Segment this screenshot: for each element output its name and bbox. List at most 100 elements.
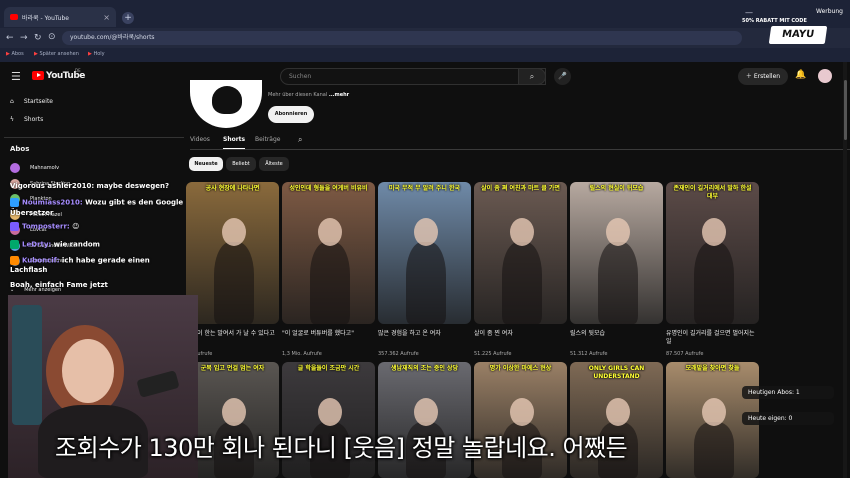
- bookmark-later[interactable]: ▶ Später ansehen: [34, 51, 79, 57]
- thumbnail-caption: 글 학을들이 조금만 시간: [297, 365, 360, 372]
- chat-badge-icon: [10, 240, 19, 249]
- short-thumbnail[interactable]: 성인인데 형들을 여게버 비유비: [282, 182, 375, 324]
- forward-icon[interactable]: →: [20, 33, 28, 43]
- page-scrollbar-thumb[interactable]: [844, 80, 847, 140]
- chat-badge-icon: [10, 256, 19, 265]
- screen: 바라쿡 - YouTube × + — Werbung ← → ↻ ⊙ yout…: [0, 0, 850, 478]
- short-title[interactable]: 자들이 한는 말여서 가 날 수 있다고: [186, 330, 279, 338]
- thumbnail-person: [598, 242, 638, 324]
- youtube-logo-icon[interactable]: [32, 71, 44, 80]
- short-thumbnail[interactable]: 공사 현장에 나타나면: [186, 182, 279, 324]
- thumbnail-caption: 생남재직의 조는 중인 상당: [391, 365, 458, 372]
- sidebar-item-label: Startseite: [23, 98, 53, 105]
- create-label: Erstellen: [753, 73, 781, 80]
- bookmark-holy[interactable]: ▶ Holy: [88, 51, 105, 57]
- channel-avatar[interactable]: [190, 80, 262, 128]
- sidebar-item-label: Shorts: [23, 116, 44, 123]
- bookmark-abos[interactable]: ▶ Abos: [6, 51, 24, 57]
- channel-search-icon[interactable]: ⌕: [298, 135, 302, 145]
- streamer-face: [62, 339, 114, 403]
- active-tab-indicator: [223, 148, 245, 149]
- thumbnail-face: [318, 398, 342, 426]
- subscription-item[interactable]: Mahnamolv: [10, 163, 59, 173]
- menu-icon[interactable]: ☰: [11, 70, 21, 83]
- tab-videos[interactable]: Videos: [190, 136, 210, 143]
- short-thumbnail[interactable]: 살이 좀 쪄 여친과 마트 클 가면: [474, 182, 567, 324]
- thumbnail-caption: 군복 입고 먼걸 멈는 여자: [200, 365, 265, 372]
- back-icon[interactable]: ←: [6, 33, 14, 43]
- thumbnail-face: [222, 398, 246, 426]
- thumbnail-face: [510, 398, 534, 426]
- thumbnail-caption: 살이 좀 쪄 여친과 마트 클 가면: [481, 185, 560, 192]
- youtube-favicon-icon: [10, 14, 18, 20]
- tab-shorts[interactable]: Shorts: [223, 136, 245, 143]
- chat-badge-icon: [10, 198, 19, 207]
- microphone-icon[interactable]: 🎤: [554, 68, 571, 85]
- chat-text: Lachflash: [10, 266, 48, 274]
- chat-message: Vigorous ashler2010: maybe deswegen?: [10, 182, 169, 190]
- thumbnail-face: [606, 398, 630, 426]
- search-input[interactable]: Suchen: [280, 68, 546, 85]
- chip-oldest[interactable]: Älteste: [259, 157, 289, 171]
- chip-popular[interactable]: Beliebt: [226, 157, 256, 171]
- bookmarks-bar: [0, 48, 850, 62]
- chat-text: Vigorous ashler2010: maybe deswegen?: [10, 182, 170, 190]
- thumbnail-person: [694, 422, 734, 478]
- short-thumbnail[interactable]: 미국 무적 무 알려 주니 한국: [378, 182, 471, 324]
- short-views: 87.507 Aufrufe: [666, 351, 704, 357]
- chat-message: LeDrty: wie random: [10, 240, 100, 249]
- chat-username: Kuboncif:: [22, 256, 60, 265]
- short-thumbnail[interactable]: 릴스의 현실이 뒤모습: [570, 182, 663, 324]
- chat-message: Übersetzer: [10, 209, 53, 217]
- short-title[interactable]: 많은 경험을 하고 온 여자: [378, 330, 471, 338]
- thumbnail-person: [310, 242, 350, 324]
- short-title[interactable]: 릴스의 뒷모습: [570, 330, 663, 338]
- subtitle-caption: 조회수가 130만 회나 된다니 [웃음] 정말 놀랍네요. 어쨌든: [55, 434, 628, 462]
- follow-goal-widget: Heute eigen: 0: [742, 412, 834, 425]
- tab-title: 바라쿡 - YouTube: [22, 14, 69, 22]
- thumbnail-face: [510, 218, 534, 246]
- browser-tab[interactable]: 바라쿡 - YouTube ×: [4, 7, 116, 27]
- channel-avatar-icon: [10, 163, 20, 173]
- thumbnail-face: [414, 398, 438, 426]
- subscriptions-heading[interactable]: Abos: [10, 145, 29, 153]
- chat-username: Tomposterr:: [22, 222, 70, 231]
- chat-badge-icon: [10, 222, 19, 231]
- chat-text: 😉: [72, 222, 80, 231]
- thumbnail-face: [702, 398, 726, 426]
- thumbnail-caption: 성인인데 형들을 여게버 비유비: [289, 185, 368, 192]
- thumbnail-face: [606, 218, 630, 246]
- short-title[interactable]: 살이 좀 찐 여자: [474, 330, 567, 338]
- search-icon[interactable]: ⌕: [518, 68, 546, 85]
- promo-text: 50% RABATT MIT CODE: [742, 18, 807, 24]
- chat-text: ich habe gerade einen: [61, 256, 150, 265]
- url-field[interactable]: youtube.com/@바라쿡/shorts: [62, 31, 742, 45]
- chip-newest[interactable]: Neueste: [189, 157, 223, 171]
- info-icon[interactable]: ⊙: [48, 32, 56, 42]
- tab-close-icon[interactable]: ×: [103, 13, 110, 22]
- shorts-icon: ϟ: [10, 116, 14, 123]
- country-code: DE: [75, 68, 81, 73]
- chat-message: Noumiass2010: Wozu gibt es den Google: [10, 198, 183, 207]
- chat-text: Boah, einfach Fame jetzt: [10, 281, 108, 289]
- new-tab-button[interactable]: +: [122, 12, 134, 24]
- chat-text: wie random: [53, 240, 100, 249]
- reload-icon[interactable]: ↻: [34, 33, 42, 43]
- create-button[interactable]: ＋ Erstellen: [738, 68, 788, 85]
- thumbnail-caption: 모래밭을 찾아면 찾들: [685, 365, 740, 372]
- thumbnail-caption: 존재인이 길거리에서 발하 한설 대부: [673, 185, 752, 200]
- short-title[interactable]: 유명인이 길거리를 걸으면 벌어지는 일: [666, 330, 759, 346]
- ad-label: Werbung: [816, 8, 843, 15]
- sidebar-item-home[interactable]: ⌂ Startseite: [10, 98, 53, 105]
- short-thumbnail[interactable]: 존재인이 길거리에서 발하 한설 대부: [666, 182, 759, 324]
- window-minimize-icon[interactable]: —: [745, 8, 753, 17]
- notifications-bell-icon[interactable]: 🔔: [795, 70, 806, 80]
- tab-posts[interactable]: Beiträge: [255, 136, 280, 143]
- short-title[interactable]: "이 얼굴로 버튜버를 했다고": [282, 330, 375, 338]
- tabs-divider: [190, 149, 850, 150]
- channel-description[interactable]: Mehr über diesen Kanal ...mehr: [268, 92, 349, 98]
- sidebar-item-shorts[interactable]: ϟ Shorts: [10, 116, 43, 123]
- account-avatar[interactable]: [818, 69, 832, 83]
- subscribe-button[interactable]: Abonnieren: [268, 106, 314, 123]
- promo-code-badge: MAYU: [768, 26, 828, 44]
